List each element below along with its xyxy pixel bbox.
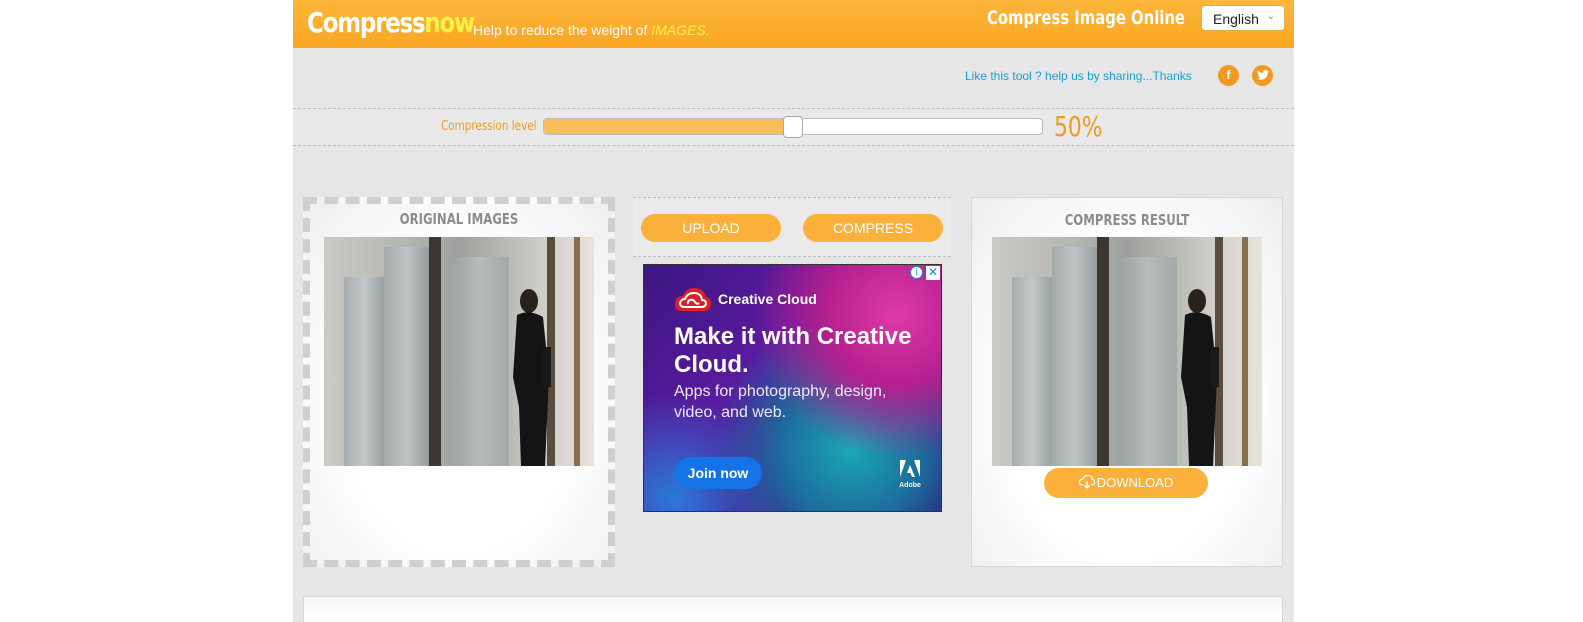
adobe-icon <box>900 460 920 477</box>
chevron-down-icon: ⌄ <box>1266 11 1275 22</box>
original-images-panel[interactable]: ORIGINAL IMAGES <box>303 197 615 567</box>
compress-result-title: COMPRESS RESULT <box>1064 211 1190 229</box>
original-images-title: ORIGINAL IMAGES <box>399 210 519 228</box>
ad-close-icon[interactable]: ✕ <box>926 266 940 280</box>
language-select[interactable]: English ⌄ <box>1201 5 1285 31</box>
compression-row: Compression level 50% <box>293 108 1294 146</box>
adobe-wordmark: Adobe <box>899 482 921 489</box>
ad-info-icon[interactable]: i <box>910 266 923 279</box>
language-value: English <box>1213 11 1259 27</box>
compress-result-panel: COMPRESS RESULT DOWNLOAD <box>971 197 1283 567</box>
app-container: Compressnow Help to reduce the weight of… <box>293 0 1294 622</box>
slider-fill <box>544 119 793 134</box>
ad-join-now-button[interactable]: Join now <box>674 457 762 489</box>
site-logo[interactable]: Compressnow <box>307 6 475 39</box>
action-bar: UPLOAD COMPRESS <box>633 197 951 257</box>
original-image-preview <box>324 237 594 466</box>
upload-button[interactable]: UPLOAD <box>641 214 781 242</box>
compression-slider[interactable] <box>543 116 1043 138</box>
header-bar: Compressnow Help to reduce the weight of… <box>293 0 1294 48</box>
ad-brand-name: Creative Cloud <box>718 291 817 307</box>
header-title: Compress Image Online <box>987 7 1185 29</box>
compression-value: 50% <box>1054 110 1103 143</box>
bottom-panel <box>303 596 1283 622</box>
twitter-icon[interactable] <box>1252 65 1273 86</box>
tagline-text: Help to reduce the weight of <box>473 22 652 38</box>
tagline: Help to reduce the weight of IMAGES. <box>473 22 710 38</box>
creative-cloud-icon <box>674 288 712 311</box>
compressed-image-preview <box>992 237 1262 466</box>
facebook-icon[interactable]: f <box>1218 65 1239 86</box>
share-message[interactable]: Like this tool ? help us by sharing...Th… <box>965 69 1192 83</box>
tagline-emphasis: IMAGES. <box>651 22 710 38</box>
compression-label: Compression level <box>441 119 537 134</box>
compress-button[interactable]: COMPRESS <box>803 214 943 242</box>
cloud-download-icon <box>1078 474 1095 489</box>
ad-body-text: Apps for photography, design, video, and… <box>674 383 887 421</box>
adobe-logo: Adobe <box>899 460 921 489</box>
slider-handle[interactable] <box>783 116 803 138</box>
download-label: DOWNLOAD <box>1096 475 1174 490</box>
download-button[interactable]: DOWNLOAD <box>1044 468 1208 498</box>
advertisement[interactable]: i ✕ Creative Cloud Make it with Creative… <box>643 264 942 512</box>
ad-headline: Make it with Creative Cloud. <box>674 323 912 378</box>
